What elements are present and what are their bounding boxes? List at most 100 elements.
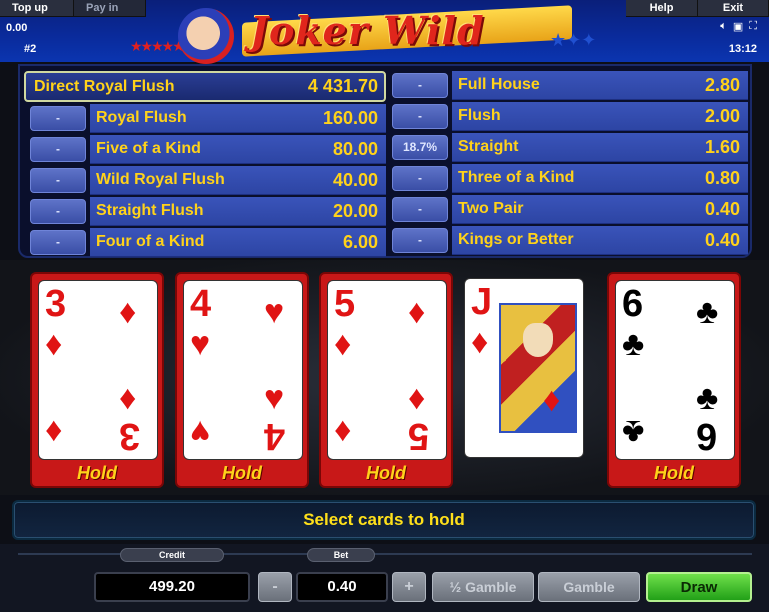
card-suit-icon: ♦ [334, 413, 352, 451]
card-rank: 3 [45, 283, 67, 325]
blue-stars-icon: ★✦✦ [550, 30, 597, 50]
top-prize-value: 4 431.70 [307, 76, 378, 96]
status-message: Select cards to hold [12, 500, 756, 540]
playing-card[interactable]: 6 ♣ ♣ ♣ ♣ 6 [615, 280, 735, 460]
paytable-entry: Four of a Kind 6.00 [90, 228, 386, 257]
paytable-row: - Five of a Kind 80.00 [24, 134, 386, 165]
paytable-odds-button[interactable]: - [392, 166, 448, 191]
card-slot[interactable]: J ♦ ♦ [464, 278, 584, 458]
speaker-icon[interactable]: 🔈︎ [720, 20, 727, 33]
paytable-row: 18.7% Straight 1.60 [386, 132, 748, 163]
hand-payout: 20.00 [332, 200, 378, 221]
hand-name: Straight Flush [96, 202, 204, 219]
paytable-right-column: - Full House 2.80- Flush 2.00 18.7% Straight 1.… [386, 70, 748, 256]
playing-card[interactable]: 4 ♥ ♥ ♥ ♥ 4 [183, 280, 303, 460]
paytable-entry: Straight Flush 20.00 [90, 197, 386, 226]
paytable-odds-button[interactable]: - [30, 168, 86, 193]
paytable-odds-button[interactable]: 18.7% [392, 135, 448, 160]
card-suit-icon: ♦ [119, 379, 137, 417]
paytable-odds-button[interactable]: - [30, 230, 86, 255]
card-rank: J [471, 281, 493, 323]
hold-label[interactable]: Hold [177, 463, 307, 484]
paytable-odds-button[interactable]: - [392, 228, 448, 253]
hand-name: Straight [458, 138, 519, 155]
playing-card[interactable]: 3 ♦ ♦ ♦ ♦ 3 [38, 280, 158, 460]
credit-value: 499.20 [94, 572, 250, 602]
game-logo: ★★★★★ Joker Wild ★✦✦ [130, 4, 620, 64]
bet-value: 0.40 [296, 572, 388, 602]
card-suit-icon: ♣ [622, 413, 645, 451]
card-suit-icon: ♦ [119, 293, 137, 331]
paytable-left-column: Direct Royal Flush 4 431.70 - Royal Flush… [24, 70, 386, 258]
exit-tab[interactable]: Exit [698, 0, 769, 17]
playing-card[interactable]: J ♦ ♦ [464, 278, 584, 458]
card-suit-icon: ♥ [264, 293, 285, 331]
card-rank: 5 [334, 283, 356, 325]
card-slot[interactable]: 6 ♣ ♣ ♣ ♣ 6 Hold [607, 272, 741, 488]
paytable-entry: Straight 1.60 [452, 133, 748, 162]
card-suit-icon: ♦ [408, 379, 426, 417]
hand-payout: 2.80 [704, 74, 740, 95]
hold-label[interactable]: Hold [609, 463, 739, 484]
gamble-button[interactable]: Gamble [538, 572, 640, 602]
top-credit-display: 0.00 [6, 22, 28, 34]
hold-label[interactable]: Hold [32, 463, 162, 484]
bet-decrease-button[interactable]: - [258, 572, 292, 602]
top-right-tabs: Help Exit [626, 0, 769, 17]
paytable-odds-button[interactable]: - [30, 106, 86, 131]
hold-label[interactable]: Hold [321, 463, 451, 484]
system-icons: 🔈︎ ▣ ⛶ [720, 20, 757, 33]
paytable-odds-button[interactable]: - [392, 197, 448, 222]
paytable-top-prize: Direct Royal Flush 4 431.70 [24, 70, 386, 103]
card-suit-icon: ♦ [408, 293, 426, 331]
screen-icon[interactable]: ▣ [733, 20, 743, 33]
help-tab[interactable]: Help [626, 0, 698, 17]
paytable-entry: Wild Royal Flush 40.00 [90, 166, 386, 195]
hand-payout: 160.00 [322, 107, 378, 128]
paytable-entry: Kings or Better 0.40 [452, 226, 748, 255]
hand-name: Five of a Kind [96, 140, 201, 157]
bet-increase-button[interactable]: + [392, 572, 426, 602]
hand-payout: 6.00 [342, 231, 378, 252]
paytable-row: - Flush 2.00 [386, 101, 748, 132]
paytable: Direct Royal Flush 4 431.70 - Royal Flush… [18, 64, 752, 258]
top-tabs: Top up Pay in [0, 0, 146, 17]
session-id: #2 [24, 43, 37, 55]
card-slot[interactable]: 4 ♥ ♥ ♥ ♥ 4 Hold [175, 272, 309, 488]
hand-payout: 0.40 [704, 198, 740, 219]
hand-payout: 0.80 [704, 167, 740, 188]
card-slot[interactable]: 3 ♦ ♦ ♦ ♦ 3 Hold [30, 272, 164, 488]
top-bar: Top up Pay in Help Exit 0.00 #2 🔈︎ ▣ ⛶ 1… [0, 0, 769, 64]
paytable-odds-button[interactable]: - [30, 137, 86, 162]
paytable-row: - Royal Flush 160.00 [24, 103, 386, 134]
top-prize-name: Direct Royal Flush [34, 77, 175, 95]
card-suit-icon: ♦ [45, 325, 63, 363]
half-gamble-button[interactable]: ½ Gamble [432, 572, 534, 602]
credit-label: Credit [120, 548, 224, 562]
topup-tab[interactable]: Top up [0, 0, 74, 17]
card-suit-icon: ♥ [264, 379, 285, 417]
paytable-entry: Two Pair 0.40 [452, 195, 748, 224]
hand-payout: 1.60 [704, 136, 740, 157]
card-suit-icon: ♦ [471, 323, 489, 361]
hand-name: Kings or Better [458, 231, 574, 248]
hand-name: Three of a Kind [458, 169, 575, 186]
paytable-entry: Three of a Kind 0.80 [452, 164, 748, 193]
paytable-odds-button[interactable]: - [392, 104, 448, 129]
draw-button[interactable]: Draw [646, 572, 752, 602]
paytable-entry: Flush 2.00 [452, 102, 748, 131]
paytable-row: - Four of a Kind 6.00 [24, 227, 386, 258]
joker-mascot-icon [178, 8, 234, 64]
card-suit-icon: ♥ [190, 325, 211, 363]
paytable-odds-button[interactable]: - [392, 73, 448, 98]
card-slot[interactable]: 5 ♦ ♦ ♦ ♦ 5 Hold [319, 272, 453, 488]
card-suit-icon: ♥ [190, 413, 211, 451]
paytable-odds-button[interactable]: - [30, 199, 86, 224]
playing-card[interactable]: 5 ♦ ♦ ♦ ♦ 5 [327, 280, 447, 460]
fullscreen-icon[interactable]: ⛶ [749, 20, 757, 33]
card-rank: 6 [622, 283, 644, 325]
paytable-row: - Full House 2.80 [386, 70, 748, 101]
card-rank: 4 [190, 283, 212, 325]
card-suit-icon: ♣ [696, 293, 719, 331]
top-prize-box: Direct Royal Flush 4 431.70 [24, 71, 386, 102]
